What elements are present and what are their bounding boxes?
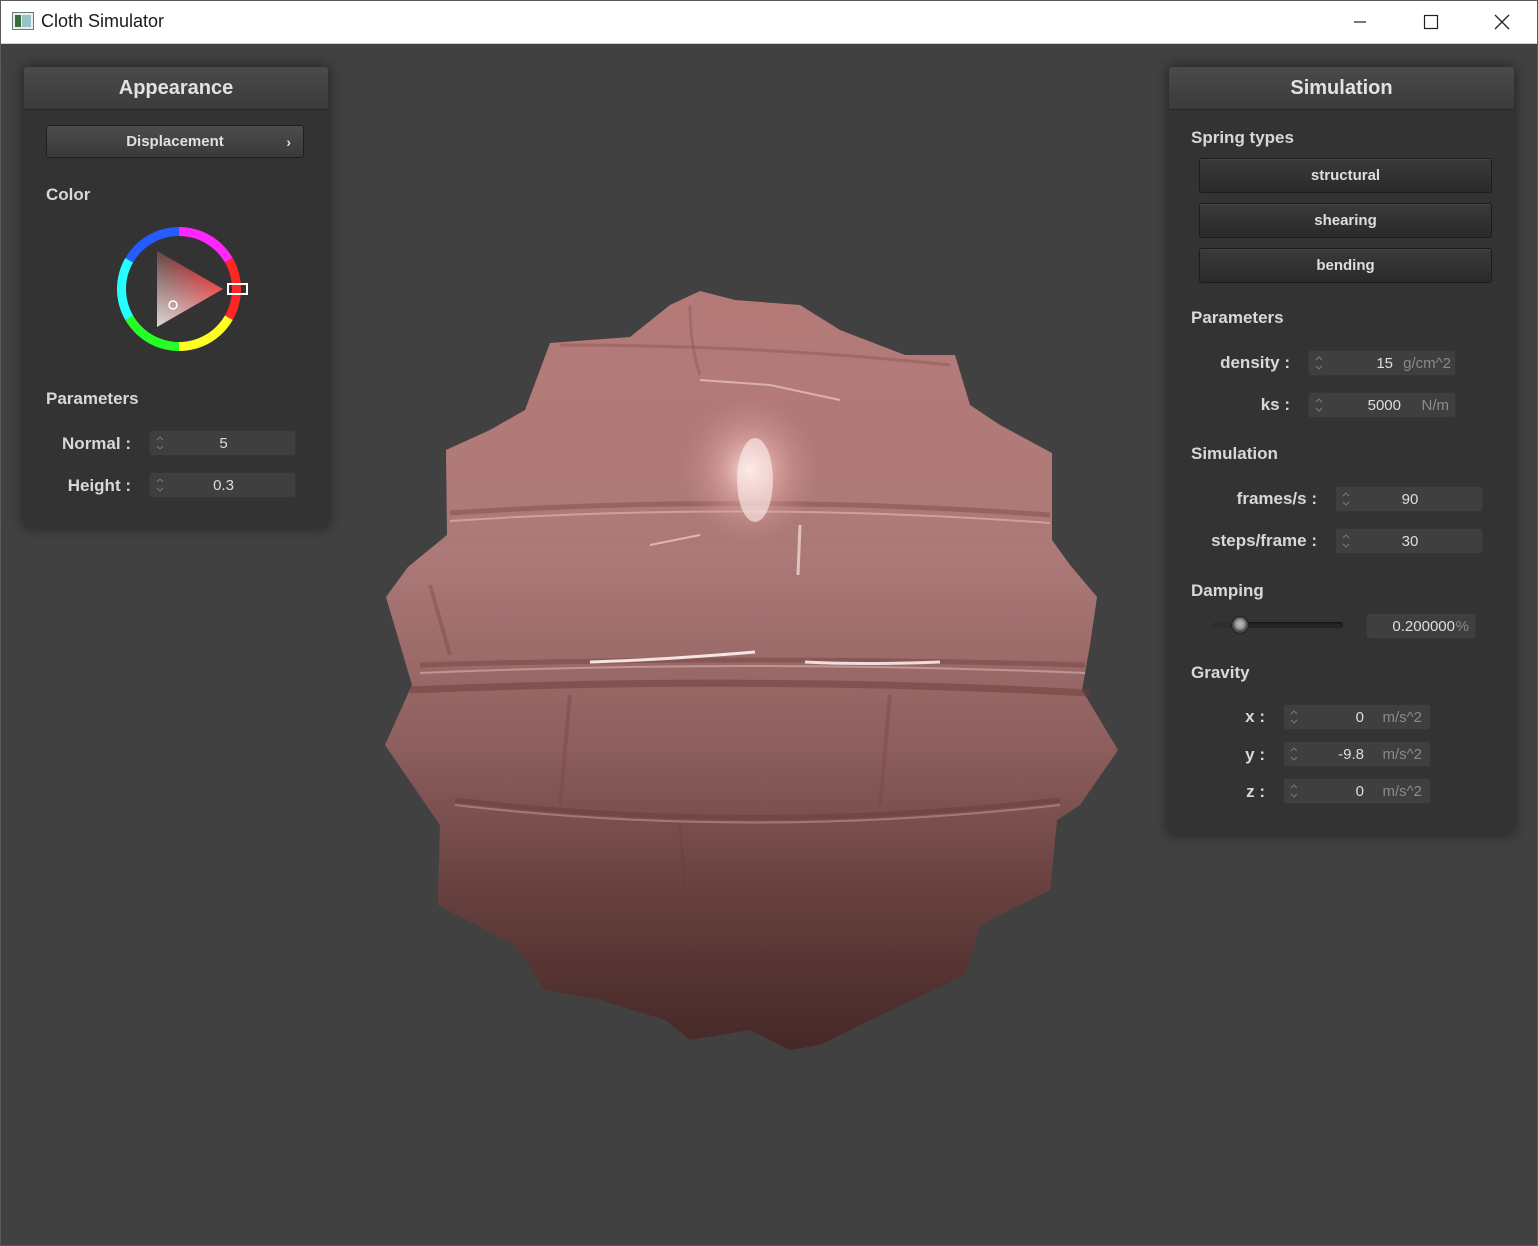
fps-value: 90 (1401, 491, 1419, 508)
ks-field[interactable]: 5000 N/m (1308, 392, 1456, 418)
displacement-popup-button[interactable]: Displacement › (46, 125, 304, 158)
density-unit: g/cm^2 (1403, 355, 1451, 372)
chevron-right-icon: › (286, 134, 291, 150)
sim-parameters-label: Parameters (1191, 308, 1284, 327)
height-value: 0.3 (213, 477, 234, 494)
color-wheel[interactable] (110, 220, 252, 360)
fps-label: frames/s : (1236, 489, 1317, 508)
normal-field[interactable]: 5 (149, 430, 296, 456)
bending-button[interactable]: bending (1199, 248, 1492, 283)
gravity-y-unit: m/s^2 (1382, 746, 1422, 763)
damping-slider[interactable] (1213, 616, 1343, 634)
color-label: Color (46, 185, 91, 204)
simulation-panel: Simulation Spring types structural shear… (1169, 67, 1514, 834)
simulation-section-label: Simulation (1191, 444, 1278, 463)
title-bar: Cloth Simulator (0, 0, 1538, 44)
gravity-y-label: y : (1245, 745, 1265, 764)
height-field[interactable]: 0.3 (149, 472, 296, 498)
damping-field[interactable]: 0.200000 % (1366, 613, 1476, 639)
fps-field[interactable]: 90 (1335, 486, 1483, 512)
damping-label: Damping (1191, 581, 1264, 600)
density-value: 15 (1376, 355, 1393, 372)
steps-field[interactable]: 30 (1335, 528, 1483, 554)
height-label: Height : (67, 476, 131, 495)
appearance-title: Appearance (24, 67, 328, 110)
damping-unit: % (1455, 618, 1469, 635)
gravity-x-label: x : (1245, 707, 1265, 726)
spinner-icon[interactable] (1290, 745, 1298, 763)
gravity-z-label: z : (1246, 782, 1265, 801)
close-button[interactable] (1467, 0, 1537, 44)
ks-label: ks : (1260, 395, 1290, 414)
spring-types-label: Spring types (1191, 128, 1294, 147)
slider-handle[interactable] (1231, 616, 1249, 634)
minimize-icon (1354, 21, 1366, 23)
spinner-icon[interactable] (1290, 708, 1298, 726)
simulation-title: Simulation (1169, 67, 1514, 110)
maximize-button[interactable] (1396, 0, 1466, 44)
gravity-y-value: -9.8 (1338, 746, 1364, 763)
spinner-icon[interactable] (1315, 354, 1323, 372)
damping-value: 0.200000 (1392, 618, 1455, 635)
appearance-parameters-label: Parameters (46, 389, 139, 408)
displacement-label: Displacement (126, 133, 224, 150)
steps-label: steps/frame : (1211, 531, 1317, 550)
gravity-y-field[interactable]: -9.8 m/s^2 (1283, 741, 1431, 767)
app-icon (12, 12, 34, 30)
gravity-x-value: 0 (1355, 709, 1364, 726)
gravity-x-unit: m/s^2 (1382, 709, 1422, 726)
spinner-icon[interactable] (1290, 782, 1298, 800)
maximize-icon (1423, 14, 1439, 30)
shearing-button[interactable]: shearing (1199, 203, 1492, 238)
steps-value: 30 (1401, 533, 1419, 550)
gravity-x-field[interactable]: 0 m/s^2 (1283, 704, 1431, 730)
window-title: Cloth Simulator (41, 11, 165, 31)
close-icon (1494, 14, 1510, 30)
ks-value: 5000 (1367, 397, 1401, 414)
density-field[interactable]: 15 g/cm^2 (1308, 350, 1456, 376)
appearance-panel: Appearance Displacement › Color Paramete… (24, 67, 328, 527)
ks-unit: N/m (1421, 397, 1450, 414)
minimize-button[interactable] (1325, 0, 1395, 44)
gravity-z-value: 0 (1355, 783, 1364, 800)
normal-label: Normal : (62, 434, 131, 453)
gravity-z-field[interactable]: 0 m/s^2 (1283, 778, 1431, 804)
structural-button[interactable]: structural (1199, 158, 1492, 193)
spinner-icon[interactable] (1315, 396, 1323, 414)
normal-value: 5 (219, 435, 228, 452)
gravity-label: Gravity (1191, 663, 1250, 682)
density-label: density : (1220, 353, 1290, 372)
gravity-z-unit: m/s^2 (1382, 783, 1422, 800)
